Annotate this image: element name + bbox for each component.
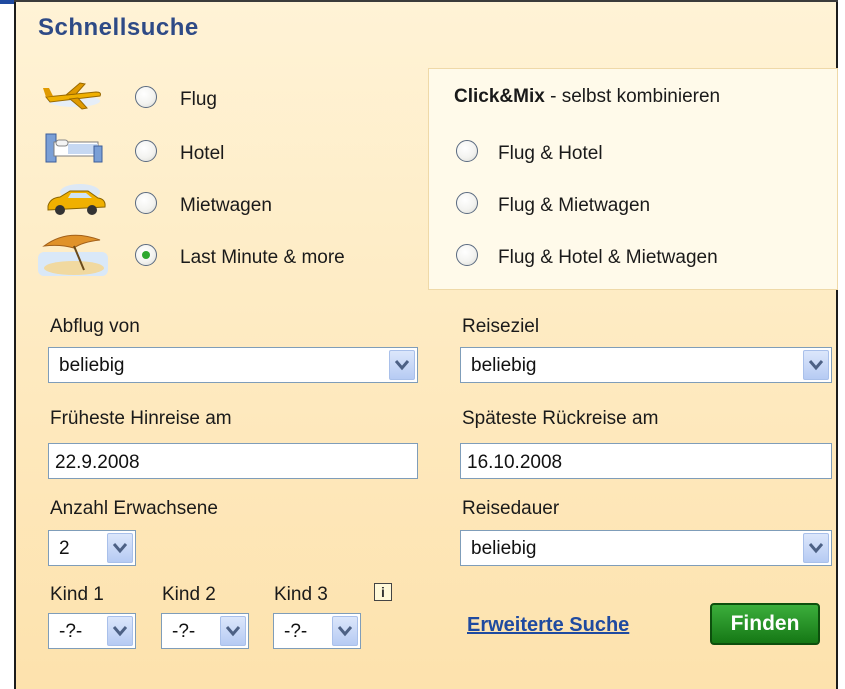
adults-label: Anzahl Erwachsene	[50, 498, 218, 519]
info-icon[interactable]: i	[374, 583, 392, 601]
child-3-label: Kind 3	[274, 584, 328, 605]
car-icon	[47, 184, 106, 215]
departure-dropdown-button[interactable]	[389, 350, 415, 380]
radio-flug-hotel-mietwagen-label: Flug & Hotel & Mietwagen	[498, 247, 718, 268]
airplane-icon	[43, 82, 101, 110]
find-button[interactable]: Finden	[710, 603, 820, 645]
radio-flug-mietwagen[interactable]	[456, 192, 478, 214]
chevron-down-icon	[226, 626, 240, 637]
child-1-label: Kind 1	[50, 584, 104, 605]
radio-flug-label: Flug	[180, 89, 217, 110]
earliest-date-value: 22.9.2008	[55, 452, 140, 473]
radio-flug-hotel-label: Flug & Hotel	[498, 143, 603, 164]
chevron-down-icon	[338, 626, 352, 637]
child-1-select[interactable]: -?-	[48, 613, 136, 649]
earliest-date-label: Früheste Hinreise am	[50, 408, 232, 429]
clickmix-header: Click&Mix - selbst kombinieren	[454, 86, 720, 108]
departure-select[interactable]: beliebig	[48, 347, 418, 383]
adults-select[interactable]: 2	[48, 530, 136, 566]
latest-date-input[interactable]: 16.10.2008	[460, 443, 832, 479]
destination-select[interactable]: beliebig	[460, 347, 832, 383]
child-1-value: -?-	[59, 621, 83, 642]
radio-last-minute-label: Last Minute & more	[180, 247, 345, 268]
duration-value: beliebig	[471, 538, 537, 559]
child-3-dropdown-button[interactable]	[332, 616, 358, 646]
panel-top-border	[14, 0, 838, 2]
child-2-select[interactable]: -?-	[161, 613, 249, 649]
adults-dropdown-button[interactable]	[107, 533, 133, 563]
advanced-search-link[interactable]: Erweiterte Suche	[467, 614, 629, 637]
clickmix-brand: Click&Mix	[454, 86, 545, 107]
radio-flug-mietwagen-label: Flug & Mietwagen	[498, 195, 651, 216]
panel-title: Schnellsuche	[38, 14, 199, 41]
adults-value: 2	[59, 538, 70, 559]
radio-flug-hotel[interactable]	[456, 140, 478, 162]
chevron-down-icon	[809, 543, 823, 554]
child-2-dropdown-button[interactable]	[220, 616, 246, 646]
child-2-value: -?-	[172, 621, 196, 642]
radio-mietwagen-label: Mietwagen	[180, 195, 272, 216]
chevron-down-icon	[809, 360, 823, 371]
duration-label: Reisedauer	[462, 498, 560, 519]
bed-icon	[45, 133, 103, 163]
radio-flug-hotel-mietwagen[interactable]	[456, 244, 478, 266]
latest-date-value: 16.10.2008	[467, 452, 563, 473]
child-1-dropdown-button[interactable]	[107, 616, 133, 646]
radio-last-minute[interactable]	[135, 244, 157, 266]
clickmix-tagline: - selbst kombinieren	[544, 86, 721, 107]
beach-umbrella-icon	[38, 234, 108, 276]
duration-select[interactable]: beliebig	[460, 530, 832, 566]
earliest-date-input[interactable]: 22.9.2008	[48, 443, 418, 479]
destination-dropdown-button[interactable]	[803, 350, 829, 380]
radio-hotel-label: Hotel	[180, 143, 225, 164]
child-3-value: -?-	[284, 621, 308, 642]
chevron-down-icon	[113, 626, 127, 637]
radio-flug[interactable]	[135, 86, 157, 108]
child-2-label: Kind 2	[162, 584, 216, 605]
destination-label: Reiseziel	[462, 316, 540, 337]
radio-hotel[interactable]	[135, 140, 157, 162]
radio-mietwagen[interactable]	[135, 192, 157, 214]
chevron-down-icon	[113, 543, 127, 554]
chevron-down-icon	[395, 360, 409, 371]
latest-date-label: Späteste Rückreise am	[462, 408, 659, 429]
departure-value: beliebig	[59, 355, 125, 376]
child-3-select[interactable]: -?-	[273, 613, 361, 649]
departure-label: Abflug von	[50, 316, 140, 337]
duration-dropdown-button[interactable]	[803, 533, 829, 563]
destination-value: beliebig	[471, 355, 537, 376]
